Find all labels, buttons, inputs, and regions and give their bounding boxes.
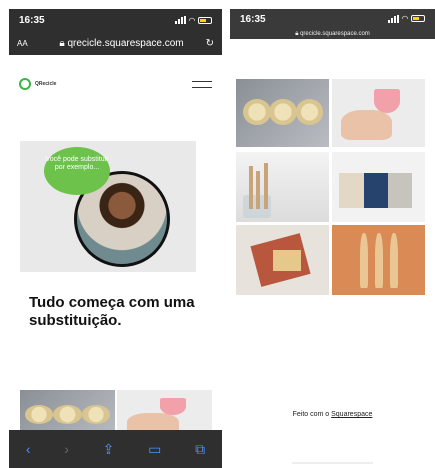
battery-icon [411,15,425,22]
product-tile-tote-bags[interactable] [332,152,425,222]
reload-icon[interactable]: ↻ [200,38,214,49]
url-text[interactable]: 🔒︎ qrecicle.squarespace.com [43,38,200,49]
product-tile-bamboo-brushes[interactable] [236,152,329,222]
page-headline: Tudo começa com uma substituição. [29,294,195,329]
home-indicator [292,462,373,464]
status-time: 16:35 [19,14,45,26]
text-size-button[interactable]: AA [17,39,43,48]
signal-icon [387,14,399,23]
status-bar: 16:35 ◠ [9,9,222,31]
browser-toolbar: ‹ › ⇪ ▭ ⧉ [9,430,222,468]
address-bar[interactable]: AA 🔒︎ qrecicle.squarespace.com ↻ [9,31,222,55]
signal-icon [174,16,186,24]
tabs-icon[interactable]: ⧉ [195,441,205,458]
product-tile-menstrual-cup[interactable] [332,79,425,147]
address-bar-compact[interactable]: 🔒︎ qrecicle.squarespace.com [230,31,435,38]
speech-bubble: Você pode substituir por exemplo... [44,147,110,195]
battery-icon [198,16,212,24]
wifi-icon: ◠ [401,14,408,23]
product-tile-wooden-utensils[interactable] [332,225,425,295]
url-label: qrecicle.squarespace.com [300,31,370,37]
product-tile-natural-soap[interactable] [236,225,329,295]
hero-image: Você pode substituir por exemplo... [20,141,196,272]
squarespace-link[interactable]: Squarespace [331,411,372,418]
status-time: 16:35 [240,14,266,25]
url-label: qrecicle.squarespace.com [67,37,184,49]
share-icon[interactable]: ⇪ [103,441,115,458]
left-phone-screen: 16:35 ◠ AA 🔒︎ qrecicle.squarespace.com ↻… [9,9,222,468]
footer-text: Feito com o [292,411,332,418]
status-icons: ◠ [174,15,212,25]
site-brand[interactable]: QRecicle [35,81,192,87]
back-button[interactable]: ‹ [26,441,31,457]
wifi-icon: ◠ [188,15,195,25]
site-header: QRecicle [9,73,222,95]
forward-button[interactable]: › [64,441,69,457]
right-phone-screen: 16:35 ◠ 🔒︎ qrecicle.squarespace.com Feit… [230,9,435,468]
site-footer: Feito com o Squarespace [230,411,435,418]
product-tile-soap-pads[interactable] [236,79,329,147]
bookmarks-icon[interactable]: ▭ [148,441,161,458]
recycle-logo-icon[interactable] [19,78,31,90]
status-icons: ◠ [387,14,425,23]
hamburger-menu-icon[interactable] [192,80,212,88]
